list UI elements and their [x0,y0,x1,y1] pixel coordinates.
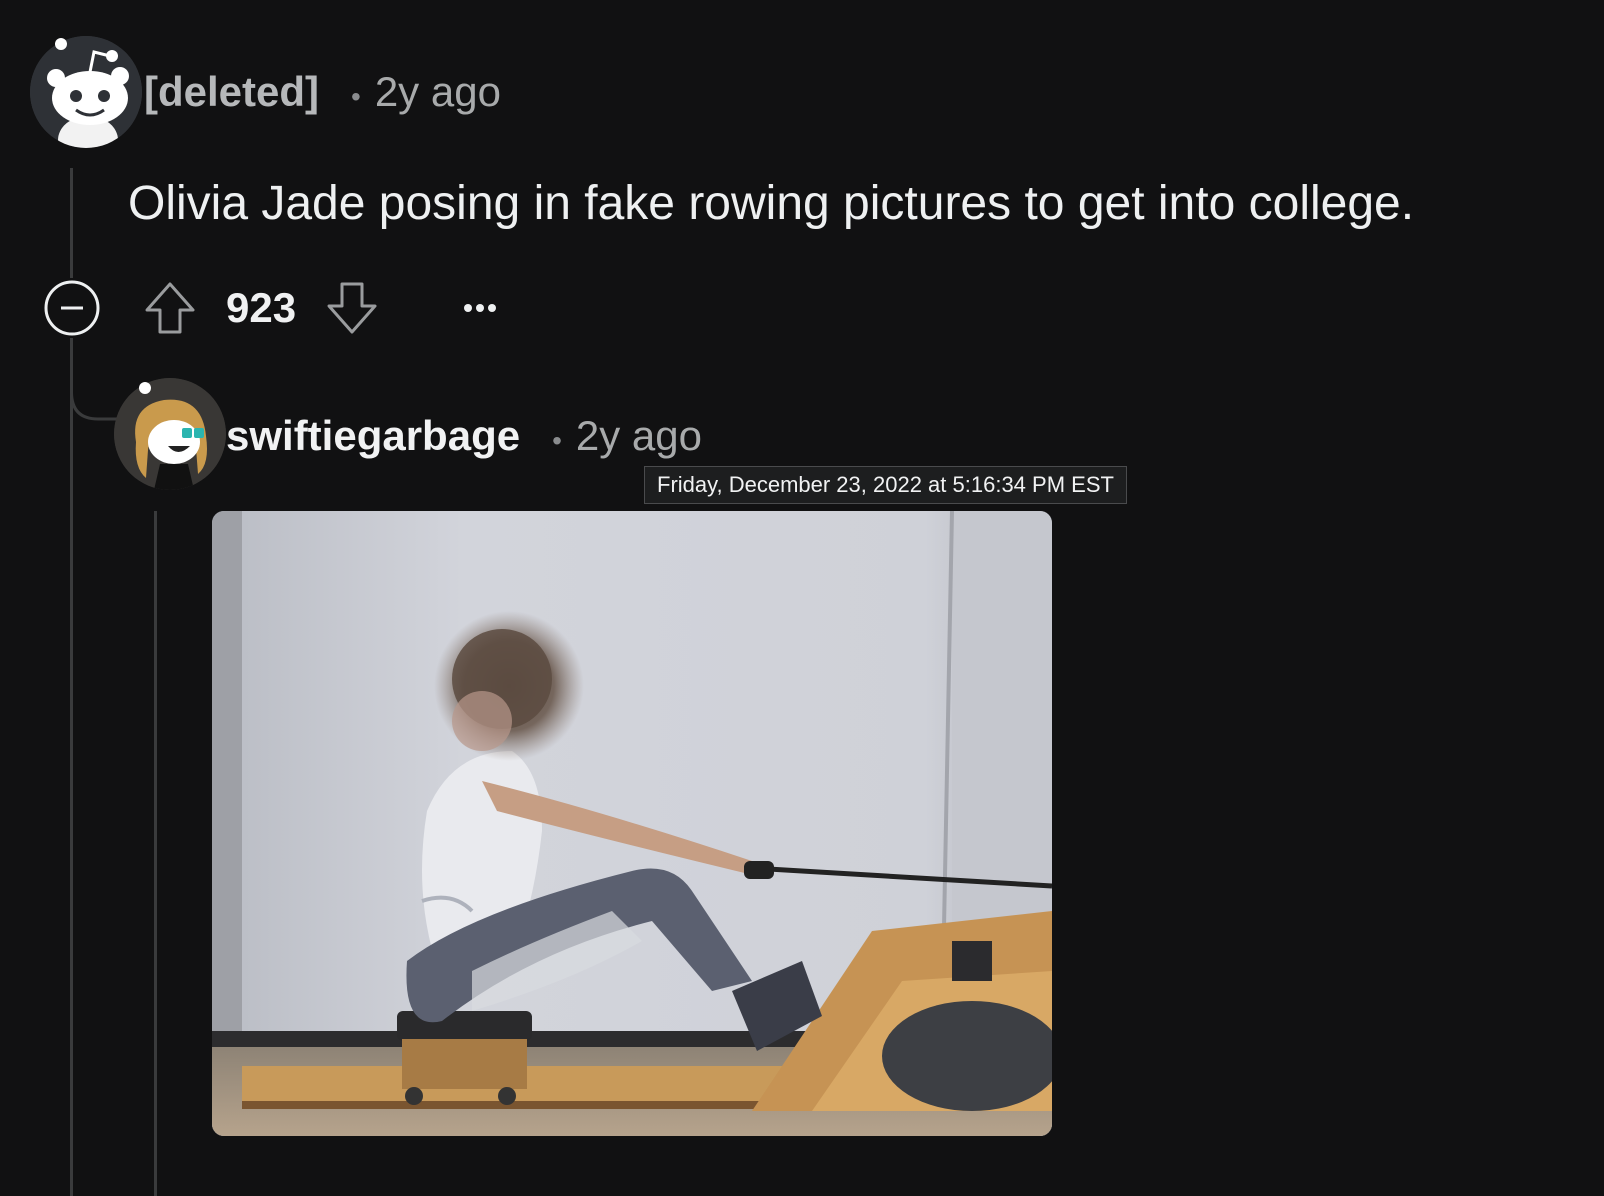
arrow-down-icon [327,282,377,334]
timestamp-tooltip: Friday, December 23, 2022 at 5:16:34 PM … [644,466,1127,504]
comment-author[interactable]: [deleted] [144,68,319,116]
meta-separator: • [351,81,361,112]
ellipsis-icon [464,304,497,312]
snoo-antenna-dot-reply [139,382,151,394]
vote-bar: 923 [144,280,500,336]
score: 923 [226,284,297,331]
more-options-button[interactable] [460,280,500,336]
avatar[interactable] [30,36,142,148]
collapse-button[interactable] [44,280,100,336]
comment-time[interactable]: 2y ago [375,68,501,116]
reply-meta: swiftiegarbage • 2y ago [226,412,702,460]
comment-meta: [deleted] • 2y ago [144,68,501,116]
upvote-button[interactable] [144,280,196,336]
rowing-machine-photo [212,511,1052,1136]
comment-thread: [deleted] • 2y ago Olivia Jade posing in… [0,0,1604,1196]
snoo-antenna-dot [55,38,67,50]
snoo-avatar-icon [30,36,142,148]
meta-separator: • [552,425,562,456]
thread-line-reply[interactable] [154,511,157,1196]
reply-author[interactable]: swiftiegarbage [226,412,520,460]
downvote-button[interactable] [326,280,378,336]
comment-body: Olivia Jade posing in fake rowing pictur… [128,177,1415,230]
reply-time[interactable]: 2y ago [576,412,702,460]
minus-circle-icon [44,280,100,336]
reply-avatar[interactable] [114,378,226,490]
user-avatar-icon [114,378,226,490]
thread-line-parent-bottom[interactable] [70,338,73,1196]
reply-image[interactable] [212,511,1052,1136]
thread-line-parent-top[interactable] [70,168,73,278]
arrow-up-icon [145,282,195,334]
